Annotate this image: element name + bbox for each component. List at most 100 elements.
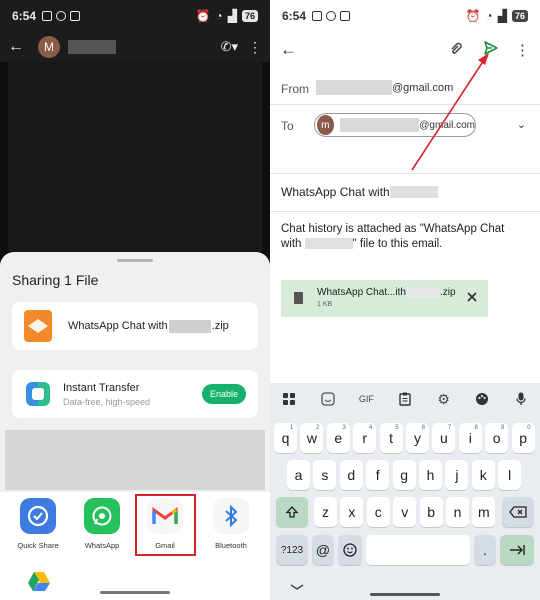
shared-file-name: WhatsApp Chat with .zip [68,319,229,333]
gesture-nav-bar[interactable] [370,593,440,596]
key-j[interactable]: j [445,460,469,490]
file-name-prefix: WhatsApp Chat with [68,320,168,332]
share-app-whatsapp[interactable]: WhatsApp [77,498,127,550]
key-p[interactable]: p0 [511,423,535,453]
clipboard-icon[interactable] [394,388,416,410]
app-notification-icon [70,11,81,21]
key-a[interactable]: a [287,460,310,490]
key-f[interactable]: f [366,460,390,490]
key-b[interactable]: b [419,497,443,527]
divider [270,173,540,174]
mic-icon[interactable] [510,388,532,410]
zip-file-icon [294,292,303,304]
gmail-highlight-box [135,494,196,556]
zip-file-icon [24,310,52,342]
keyboard-toolbar: GIF ⚙ [270,383,540,415]
instant-transfer-title: Instant Transfer [63,382,140,394]
chevron-down-icon[interactable]: ⌄ [517,118,526,131]
more-options-icon[interactable]: ⋮ [515,41,530,59]
notification-icons [312,11,351,21]
key-u[interactable]: u7 [432,423,456,453]
palette-icon[interactable] [471,388,493,410]
emoji-key[interactable] [338,535,362,565]
key-h[interactable]: h [419,460,442,490]
chat-app-bar: ← M ✆▾ ⋮ [0,32,270,62]
back-arrow-icon[interactable]: ← [280,40,297,60]
key-number-hint: 7 [448,425,452,431]
gif-button[interactable]: GIF [355,388,377,410]
key-number-hint: 9 [500,425,505,431]
key-n[interactable]: n [446,497,469,527]
sticker-icon[interactable] [317,388,339,410]
sheet-drag-handle[interactable] [117,259,153,262]
symbols-key[interactable]: ?123 [276,535,308,565]
back-arrow-icon[interactable]: ← [8,38,24,56]
key-v[interactable]: v [393,497,417,527]
gear-icon[interactable]: ⚙ [433,388,455,410]
share-app-bluetooth[interactable]: Bluetooth [206,498,256,550]
key-q[interactable]: q1 [274,423,297,453]
phone-call-icon[interactable]: ✆▾ [221,39,238,55]
divider [270,211,540,212]
attachment-chip[interactable]: WhatsApp Chat...ith .zip 1 KB [281,280,488,317]
apps-grid-icon[interactable] [278,388,300,410]
key-m[interactable]: m [472,497,496,527]
at-key[interactable]: @ [312,535,334,565]
space-key[interactable] [366,535,470,565]
enable-button[interactable]: Enable [202,384,246,404]
key-i[interactable]: i8 [458,423,482,453]
key-number-hint: 4 [368,425,373,431]
key-k[interactable]: k [471,460,495,490]
bluetooth-icon [213,498,249,534]
key-c[interactable]: c [366,497,390,527]
app-label: Bluetooth [215,541,247,550]
send-icon[interactable] [483,40,499,61]
alarm-icon: ⏰ [465,9,481,23]
status-bar: 6:54 ⏰ ◔ ▟ 76 [0,0,270,32]
email-body[interactable]: Chat history is attached as "WhatsApp Ch… [281,222,531,252]
to-label: To [281,119,294,133]
battery-indicator: 76 [511,10,528,22]
keyboard-hide-icon[interactable] [290,584,304,590]
shift-key[interactable] [276,497,308,527]
key-r[interactable]: r4 [353,423,377,453]
key-x[interactable]: x [340,497,364,527]
enter-key[interactable] [500,535,534,565]
instant-transfer-icon [26,382,50,406]
redacted-name [389,186,438,198]
right-phone-screen: 6:54 ⏰ ◔ ▟ 76 ← ⋮ From @gmail.com To m @… [270,0,540,600]
gesture-nav-bar[interactable] [100,591,170,594]
share-app-quick-share[interactable]: Quick Share [13,498,63,550]
period-key[interactable]: . [474,535,496,565]
key-z[interactable]: z [314,497,337,527]
google-drive-icon[interactable] [26,570,52,597]
recipient-domain: @gmail.com [419,119,475,131]
status-bar: 6:54 ⏰ ◔ ▟ 76 [270,0,540,32]
backspace-key[interactable] [502,497,534,527]
key-t[interactable]: t5 [379,423,403,453]
avatar[interactable]: M [38,36,60,58]
from-domain: @gmail.com [392,82,454,94]
app-label: WhatsApp [84,541,120,550]
attachment-icon[interactable] [449,40,465,61]
key-l[interactable]: l [498,460,522,490]
share-apps-row-2 [0,562,270,600]
key-y[interactable]: y6 [406,423,429,453]
wifi-icon: ◔ [485,9,493,23]
close-icon[interactable] [464,289,480,305]
system-icons: ⏰ ◔ ▟ 76 [466,9,528,23]
redacted-recipient-address [339,118,420,132]
key-g[interactable]: g [392,460,416,490]
key-w[interactable]: w2 [300,423,324,453]
divider [270,104,540,105]
more-options-icon[interactable]: ⋮ [248,39,262,56]
instant-transfer-card: Instant Transfer Data-free, high-speed E… [12,370,258,418]
notification-icon [42,11,53,21]
recipient-chip[interactable]: m @gmail.com [314,113,476,137]
key-s[interactable]: s [313,460,337,490]
subject-field[interactable]: WhatsApp Chat with [281,185,438,199]
key-d[interactable]: d [339,460,363,490]
body-line-2: with " file to this email. [281,238,443,250]
key-o[interactable]: o9 [485,423,509,453]
key-e[interactable]: e3 [326,423,350,453]
